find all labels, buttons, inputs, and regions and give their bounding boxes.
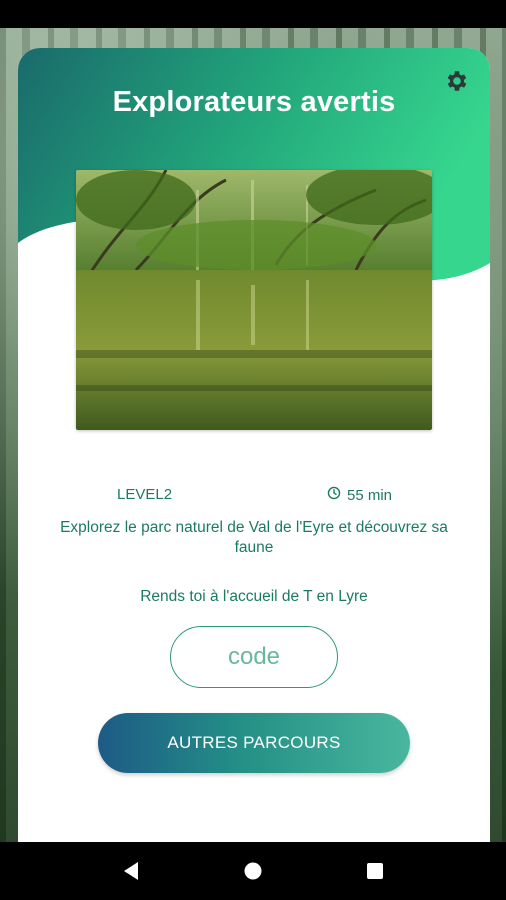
duration-label: 55 min — [347, 486, 393, 504]
square-recents-icon[interactable] — [355, 851, 395, 891]
page-title: Explorateurs avertis — [112, 86, 396, 118]
level-label: LEVEL2 — [117, 486, 173, 503]
instruction-text: Rends toi à l'accueil de T en Lyre — [140, 588, 368, 605]
triangle-back-icon[interactable] — [111, 851, 151, 891]
system-nav-bar — [0, 842, 506, 900]
code-input[interactable] — [170, 626, 338, 688]
tour-card: Explorateurs avertis LEVEL2 55 min Explo… — [18, 48, 490, 842]
circle-home-icon[interactable] — [233, 851, 273, 891]
clock-icon — [327, 486, 341, 504]
tour-description: Explorez le parc naturel de Val de l'Eyr… — [60, 519, 448, 556]
tour-meta: LEVEL2 55 min — [18, 484, 490, 508]
tour-photo — [76, 170, 432, 430]
other-tours-button[interactable]: AUTRES PARCOURS — [98, 713, 410, 773]
status-bar — [0, 0, 506, 28]
duration: 55 min — [327, 486, 392, 504]
